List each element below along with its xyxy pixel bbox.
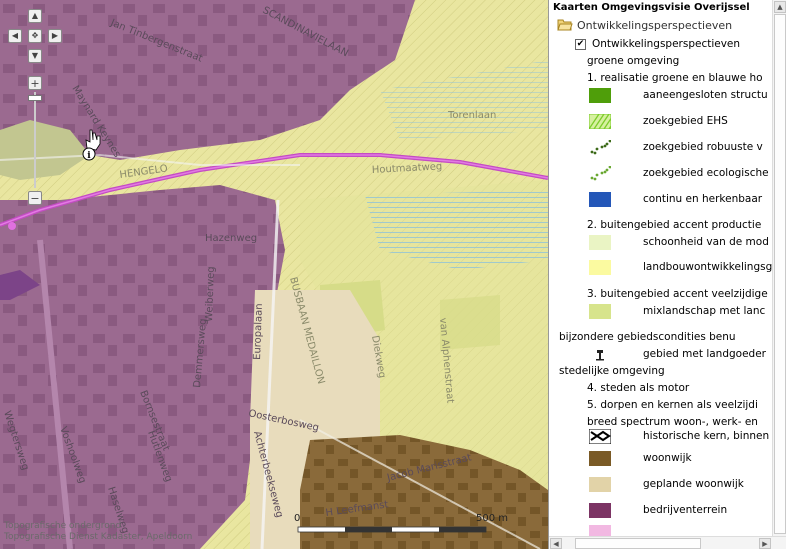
legend-group-heading: stedelijke omgeving: [559, 365, 665, 377]
landgoed-icon: [589, 347, 611, 362]
scale-end-label: 500 m: [476, 513, 509, 524]
scroll-right-arrow-icon[interactable]: ▶: [759, 538, 771, 549]
legend-item-label: mixlandschap met lanc: [643, 305, 766, 317]
svg-text:i: i: [87, 151, 91, 161]
legend-content: Kaarten Omgevingsvisie Overijssel Ontwik…: [549, 0, 773, 536]
map-viewport[interactable]: Jan Tinbergenstraat SCANDINAVIELAAN Mayn…: [0, 0, 548, 549]
legend-vertical-scrollbar[interactable]: ▲: [772, 0, 786, 536]
legend-swatch: [589, 235, 611, 250]
road-node: [8, 222, 16, 230]
legend-swatch: [589, 451, 611, 466]
legend-item-label: zoekgebied ecologische: [643, 167, 769, 179]
legend-swatch: [589, 503, 611, 518]
street-label: Weiberweg: [204, 266, 217, 322]
legend-item-label: aaneengesloten structu: [643, 89, 768, 101]
legend-item-label: historische kern, binnen: [643, 430, 770, 442]
scroll-thumb-horizontal[interactable]: [575, 538, 701, 549]
legend-title: Kaarten Omgevingsvisie Overijssel: [553, 2, 750, 13]
legend-group-heading: groene omgeving: [587, 55, 680, 67]
street-label: Hazenweg: [205, 233, 257, 244]
legend-swatch-dots: [589, 165, 612, 181]
legend-item-label: gebied met landgoeder: [643, 348, 766, 360]
copyright-line-2: Topografische Dienst Kadaster, Apeldoorn: [4, 532, 193, 542]
legend-item-label: woonwijk: [643, 452, 692, 464]
zoom-slider-track[interactable]: [34, 92, 36, 188]
legend-group-heading: 1. realisatie groene en blauwe ho: [587, 72, 763, 84]
legend-horizontal-scrollbar[interactable]: ◀ ▶: [549, 536, 786, 549]
legend-item-label: zoekgebied robuuste v: [643, 141, 763, 153]
copyright-line-1: Topografische ondergrond: [4, 521, 122, 531]
legend-item-label: zoekgebied EHS: [643, 115, 728, 127]
legend-swatch-historic: [588, 428, 612, 445]
pan-right-button[interactable]: ▶: [48, 29, 62, 43]
layer-label: Ontwikkelingsperspectieven: [592, 38, 741, 50]
legend-swatch: [589, 192, 611, 207]
legend-swatch: [589, 525, 611, 536]
legend-swatch: [589, 304, 611, 319]
legend-group-heading: breed spectrum woon-, werk- en: [587, 416, 758, 428]
scale-start-label: 0: [294, 513, 301, 524]
pan-up-button[interactable]: ▲: [28, 9, 42, 23]
pan-center-button[interactable]: ✥: [28, 29, 42, 43]
legend-item-label: geplande woonwijk: [643, 478, 744, 490]
legend-swatch: [589, 260, 611, 275]
legend-group-heading: 2. buitengebied accent productie: [587, 219, 762, 231]
pan-down-button[interactable]: ▼: [28, 49, 42, 63]
legend-folder[interactable]: Ontwikkelingsperspectieven: [557, 18, 732, 32]
legend-item-label: continu en herkenbaar: [643, 193, 763, 205]
pan-left-button[interactable]: ◀: [8, 29, 22, 43]
legend-swatch-hatch: [588, 113, 625, 130]
layer-checkbox[interactable]: ✔: [575, 38, 586, 50]
legend-panel: Kaarten Omgevingsvisie Overijssel Ontwik…: [548, 0, 786, 549]
map-canvas[interactable]: Jan Tinbergenstraat SCANDINAVIELAAN Mayn…: [0, 0, 548, 549]
zoom-slider-handle[interactable]: [28, 95, 42, 101]
street-label: Torenlaan: [447, 110, 496, 121]
legend-swatch: [589, 88, 611, 103]
scale-bar: [297, 526, 487, 533]
folder-open-icon: [557, 19, 573, 31]
scroll-left-arrow-icon[interactable]: ◀: [550, 538, 562, 549]
legend-item-label: schoonheid van de mod: [643, 236, 769, 248]
legend-group-heading: 4. steden als motor: [587, 382, 690, 394]
legend-group-heading: 5. dorpen en kernen als veelzijdi: [587, 399, 758, 411]
zoom-out-button[interactable]: −: [28, 191, 42, 205]
legend-folder-label: Ontwikkelingsperspectieven: [577, 18, 733, 32]
legend-swatch: [589, 477, 611, 492]
scroll-thumb[interactable]: [774, 14, 786, 534]
legend-group-heading: 3. buitengebied accent veelzijdige: [587, 288, 768, 300]
zoom-in-button[interactable]: +: [28, 76, 42, 90]
legend-item-label: bedrijventerrein: [643, 504, 728, 516]
legend-swatch-dots: [589, 139, 612, 155]
street-label: Europalaan: [252, 303, 265, 360]
legend-item-label: landbouwontwikkelingsg: [643, 261, 773, 273]
scroll-up-arrow-icon[interactable]: ▲: [774, 1, 786, 13]
layer-toggle-row[interactable]: ✔ Ontwikkelingsperspectieven: [575, 38, 740, 50]
legend-group-heading: bijzondere gebiedscondities benu: [559, 331, 736, 343]
